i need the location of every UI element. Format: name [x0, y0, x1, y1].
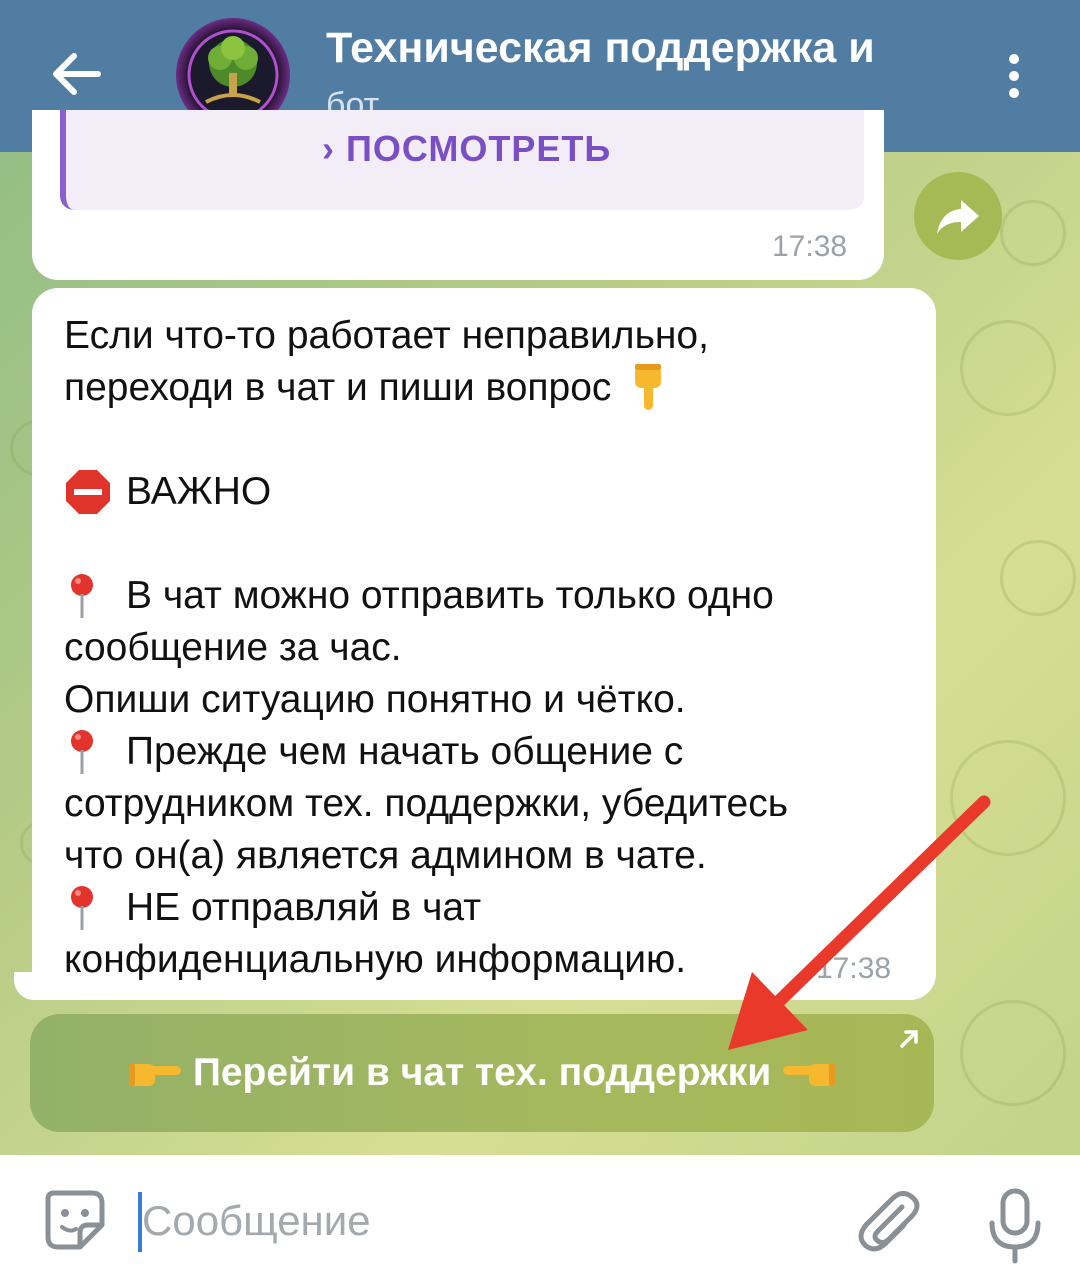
pointing-left-hand-icon	[783, 1064, 836, 1086]
sticker-button[interactable]	[40, 1185, 110, 1255]
message-line: переходи в чат и пиши вопрос	[64, 366, 612, 409]
go-to-support-chat-button[interactable]: Перейти в чат тех. поддержки	[30, 1014, 934, 1132]
message-line: НЕ отправляй в чат	[126, 886, 482, 929]
share-icon	[937, 200, 979, 234]
pushpin-icon	[71, 886, 93, 930]
message-input[interactable]	[142, 1189, 822, 1253]
sticker-icon	[45, 1190, 105, 1250]
message-time: 17:38	[816, 952, 892, 985]
message-line: Если что-то работает неправильно,	[64, 314, 709, 357]
pointing-right-hand-icon	[128, 1064, 181, 1086]
view-button-label: › ПОСМОТРЕТЬ	[322, 128, 612, 169]
pointing-down-hand-icon	[635, 364, 662, 410]
microphone-icon	[989, 1188, 1041, 1264]
message-line: Опиши ситуацию понятно и чётко.	[64, 678, 686, 721]
pushpin-icon	[71, 574, 93, 618]
paperclip-icon	[858, 1191, 920, 1252]
important-heading: ВАЖНО	[126, 470, 272, 513]
arrow-left-icon	[53, 53, 101, 95]
more-vertical-icon[interactable]	[990, 46, 1038, 106]
stop-sign-icon	[66, 470, 110, 514]
message-line: конфиденциальную информацию.	[64, 938, 687, 981]
message-line: что он(а) является админом в чате.	[64, 834, 707, 877]
message-time: 17:38	[772, 230, 848, 263]
external-link-icon	[900, 1030, 918, 1048]
message-line: сотрудником тех. поддержки, убедитесь	[64, 782, 789, 825]
back-button[interactable]	[44, 42, 108, 106]
microphone-button[interactable]	[980, 1185, 1050, 1265]
message-text: Если что-то работает неправильно, перехо…	[64, 310, 924, 986]
go-to-support-chat-label: Перейти в чат тех. поддержки	[192, 1051, 772, 1094]
chat-title[interactable]: Техническая поддержка и	[326, 24, 956, 80]
message-line: сообщение за час.	[64, 626, 402, 669]
share-button[interactable]	[914, 172, 1002, 260]
pushpin-icon	[71, 730, 93, 774]
message-line: Прежде чем начать общение с	[126, 730, 684, 773]
view-inline-button[interactable]: › ПОСМОТРЕТЬ	[60, 110, 864, 210]
attach-button[interactable]	[852, 1185, 922, 1255]
message-line: В чат можно отправить только одно	[126, 574, 774, 617]
message-input-bar	[0, 1155, 1080, 1275]
